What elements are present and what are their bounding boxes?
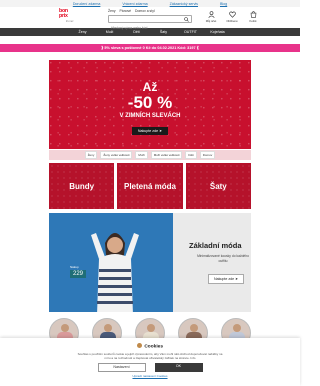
tile-knitwear[interactable]: Pletená móda: [117, 163, 183, 209]
price-value: 229: [73, 271, 84, 277]
subnav-men-plus[interactable]: Muži velké velikosti: [150, 151, 183, 159]
sale-category-nav: Ženy Ženy velké velikosti Muži Muži velk…: [49, 150, 251, 160]
wishlist-button[interactable]: Oblíbené: [225, 11, 239, 23]
top-links-bar: Doručení zdarma Vrácení zdarma Zákaznick…: [0, 0, 300, 7]
cookie-buttons: Nastavení OK: [0, 362, 300, 372]
model-image: [91, 233, 139, 312]
top-link-service[interactable]: Zákaznický servis: [170, 2, 198, 6]
nav-item-outfit[interactable]: OUTFIT: [177, 28, 204, 36]
top-link-blog[interactable]: Blog: [220, 2, 227, 6]
tile-jackets[interactable]: Bundy: [49, 163, 115, 209]
cookie-text: Souhlas s použitím souborů cookie a jeji…: [77, 351, 223, 360]
hero-subtitle: V ZIMNÍCH SLEVÁCH: [119, 113, 181, 119]
search-box: [108, 15, 192, 32]
cookie-settings-link[interactable]: Upravit nastavení Cookies: [0, 374, 300, 378]
header-categories: Ženy Pánové Domov a styl: [108, 9, 155, 13]
cookie-icon: [136, 343, 142, 348]
wishlist-icon: [228, 11, 236, 18]
hero-sale-banner[interactable]: Až -50 % V ZIMNÍCH SLEVÁCH Nakupte zde ➤: [49, 60, 251, 149]
header-cat-men[interactable]: Pánové: [120, 9, 132, 13]
basic-description: Minimalizované kousky do každého outfitu: [197, 254, 249, 263]
top-link-returns[interactable]: Vrácení zdarma: [122, 2, 147, 6]
logo[interactable]: bon prix it's me!: [59, 8, 78, 28]
subnav-women[interactable]: Ženy: [84, 151, 98, 159]
site-header: bon prix it's me! Ženy Pánové Domov a st…: [0, 7, 300, 32]
basic-fashion-banner[interactable]: Základní móda Minimalizované kousky do k…: [49, 213, 251, 312]
search-icon[interactable]: [184, 17, 189, 22]
account-button[interactable]: Můj účet: [204, 11, 218, 23]
header-cat-home[interactable]: Domov a styl: [135, 9, 155, 13]
cart-icon: [250, 11, 256, 18]
subnav-men[interactable]: Muži: [135, 151, 148, 159]
top-link-delivery[interactable]: Doručení zdarma: [73, 2, 101, 6]
header-icons: Můj účet Oblíbené Košík: [204, 11, 260, 23]
basic-shop-button[interactable]: Nakupte zde ➤: [208, 274, 245, 284]
subnav-women-plus[interactable]: Ženy velké velikosti: [100, 151, 133, 159]
subnav-kids[interactable]: Děti: [185, 151, 197, 159]
search-input[interactable]: [109, 24, 179, 32]
account-icon: [207, 11, 215, 18]
cookie-heading: Cookies: [0, 343, 300, 350]
header-cat-women[interactable]: Ženy: [108, 9, 116, 13]
model-photo: [49, 213, 173, 312]
logo-tagline: it's me!: [66, 18, 74, 23]
hero-line1: Až: [142, 80, 158, 94]
nav-item-babies[interactable]: Kojeňata: [204, 28, 231, 36]
hero-discount: -50 %: [127, 93, 173, 112]
nav-item-women[interactable]: Ženy: [69, 28, 96, 36]
price-prefix: Nákup: [70, 265, 79, 269]
subnav-home[interactable]: Domov: [199, 151, 216, 159]
cart-label: Košík: [249, 19, 257, 23]
promo-banner[interactable]: ⟫ 5% sleva s poštovné 0 Kč do 04.02.2021…: [0, 44, 300, 52]
basic-title: Základní móda: [189, 241, 242, 250]
cookie-decline-button[interactable]: Nastavení: [97, 362, 146, 372]
tile-dresses[interactable]: Šaty: [185, 163, 251, 209]
cart-button[interactable]: Košík: [246, 11, 260, 23]
wishlist-label: Oblíbené: [226, 19, 238, 23]
price-badge: Nákup 229: [70, 265, 87, 278]
category-tiles: Bundy Pletená móda Šaty: [49, 163, 251, 209]
cookie-banner: Cookies Souhlas s použitím souborů cooki…: [0, 338, 300, 386]
account-label: Můj účet: [205, 19, 217, 23]
cookie-title: Cookies: [144, 344, 163, 350]
hero-shop-button[interactable]: Nakupte zde ➤: [131, 127, 169, 135]
cookie-accept-button[interactable]: OK: [154, 362, 203, 372]
